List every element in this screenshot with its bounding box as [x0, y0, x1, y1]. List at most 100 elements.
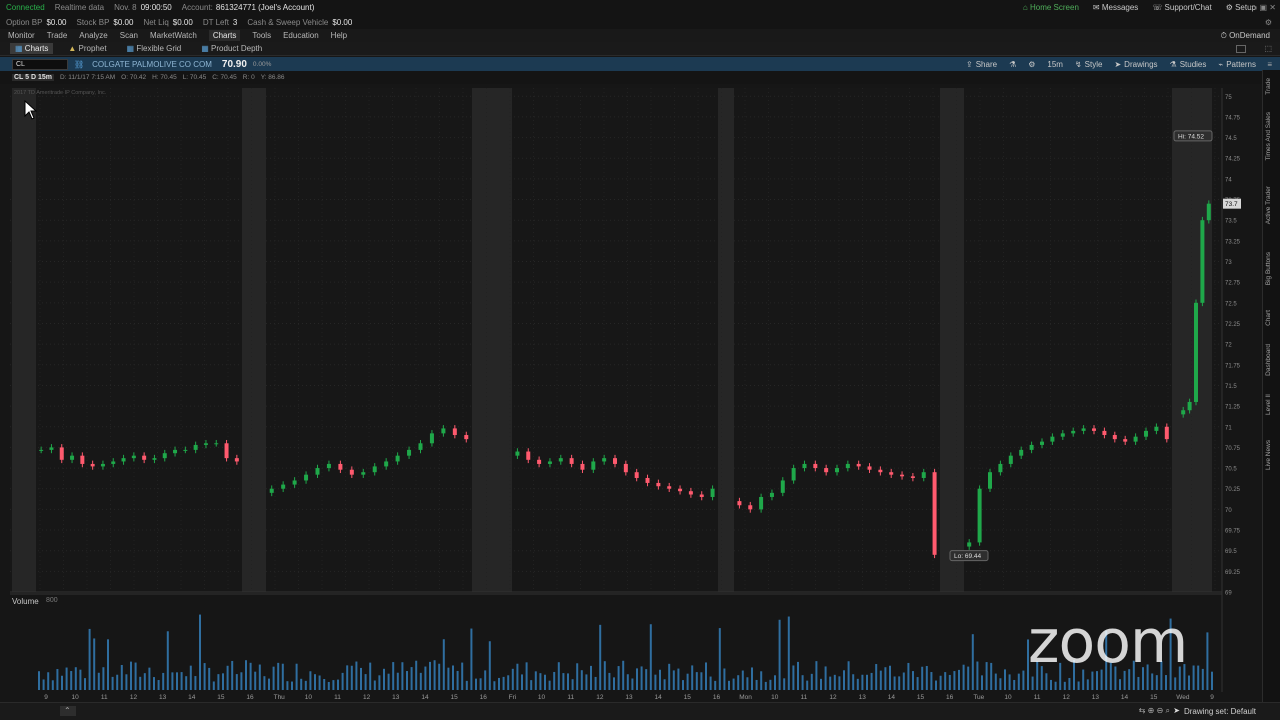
- volume-bar: [364, 674, 367, 690]
- cursor-icon[interactable]: ➤: [1173, 706, 1180, 715]
- x-tick-label: 11: [801, 694, 808, 701]
- volume-bar: [1137, 676, 1140, 690]
- side-tab-dashboard[interactable]: Dashboard: [1265, 344, 1279, 376]
- detach-window-icon[interactable]: [1236, 44, 1246, 53]
- volume-bar: [1096, 671, 1098, 690]
- volume-bar: [488, 641, 491, 690]
- volume-bar: [636, 668, 638, 690]
- volume-bar: [594, 676, 597, 690]
- volume-bar: [143, 673, 146, 690]
- patterns-button[interactable]: ⌁ Patterns: [1218, 60, 1256, 69]
- scroll-up-icon[interactable]: ⌃: [64, 706, 71, 715]
- chart-settings-button[interactable]: ⚙: [1028, 60, 1035, 69]
- volume-bar: [801, 675, 804, 690]
- drawings-button[interactable]: ➤ Drawings: [1114, 60, 1157, 69]
- tab-charts[interactable]: ▦ Charts: [10, 43, 54, 54]
- y-tick-label: 72.25: [1225, 322, 1241, 328]
- drawing-set-selector[interactable]: Drawing set: Default: [1184, 707, 1256, 716]
- menu-monitor[interactable]: Monitor: [8, 31, 35, 40]
- studies-button[interactable]: ⚗ Studies: [1170, 60, 1207, 69]
- candle-body: [967, 542, 972, 547]
- menu-education[interactable]: Education: [283, 31, 319, 40]
- bar-date: D: 11/1/17 7:15 AM: [60, 74, 116, 81]
- flask-icon: ⚗: [1009, 59, 1017, 69]
- volume-bar: [640, 666, 643, 690]
- last-price: 70.90: [221, 58, 247, 70]
- low-label: Lo: 69.44: [954, 553, 981, 560]
- volume-bar: [199, 614, 201, 690]
- side-tab-trade[interactable]: Trade: [1265, 78, 1279, 95]
- candle-body: [998, 463, 1003, 473]
- candle-body: [835, 468, 839, 473]
- y-tick-label: 72.75: [1225, 281, 1241, 287]
- side-tab-active-trader[interactable]: Active Trader: [1265, 186, 1279, 224]
- flask-button[interactable]: ⚗: [1009, 60, 1016, 69]
- menu-help[interactable]: Help: [331, 31, 347, 40]
- side-tab-live-news[interactable]: Live News: [1265, 440, 1279, 470]
- symbol-input[interactable]: CL: [12, 58, 68, 70]
- menu-charts[interactable]: Charts: [208, 30, 241, 41]
- link-icon[interactable]: ⛓: [74, 60, 84, 69]
- volume-bar: [1197, 665, 1200, 690]
- side-tab-chart[interactable]: Chart: [1265, 310, 1279, 326]
- menu-marketwatch[interactable]: MarketWatch: [150, 31, 197, 40]
- menu-scan[interactable]: Scan: [120, 31, 138, 40]
- menu-trade[interactable]: Trade: [47, 31, 68, 40]
- volume-bar: [51, 680, 54, 690]
- candle-body: [183, 449, 188, 451]
- x-tick-label: 16: [713, 694, 721, 701]
- volume-bar: [668, 663, 671, 690]
- main-menu: Monitor Trade Analyze Scan MarketWatch C…: [0, 29, 1280, 42]
- messages-link[interactable]: ✉ Messages: [1093, 3, 1138, 12]
- expand-icon[interactable]: ⬚: [1264, 44, 1272, 53]
- x-tick-label: Tue: [973, 694, 984, 701]
- menu-analyze[interactable]: Analyze: [79, 31, 107, 40]
- volume-bar: [350, 665, 353, 690]
- candle-body: [1081, 428, 1086, 431]
- volume-bar: [553, 671, 556, 690]
- volume-bar: [452, 665, 454, 690]
- candle-body: [580, 463, 585, 470]
- volume-bar: [1132, 660, 1135, 690]
- timeframe-selector[interactable]: 15m: [1047, 60, 1063, 69]
- candle-body: [203, 443, 208, 445]
- menu-icon[interactable]: ≡: [1267, 60, 1272, 69]
- volume-bar: [337, 679, 339, 690]
- x-tick-label: 14: [888, 694, 896, 701]
- x-tick-label: 10: [771, 694, 779, 701]
- settings-gear-icon[interactable]: ⚙: [1265, 18, 1272, 27]
- chart-title[interactable]: CL 5 D 15m: [12, 74, 54, 81]
- volume-bar: [723, 668, 726, 690]
- plot-area: [10, 88, 1222, 592]
- style-icon: ↯: [1074, 59, 1082, 69]
- zoom-controls[interactable]: ⇆ ⊕ ⊖ ⌕: [1139, 706, 1170, 716]
- home-screen-link[interactable]: ⌂ Home Screen: [1023, 3, 1079, 12]
- account-selector[interactable]: 861324771 (Joel's Account): [216, 3, 314, 12]
- share-button[interactable]: ⇪ Share: [966, 60, 997, 69]
- menu-tools[interactable]: Tools: [252, 31, 271, 40]
- style-button[interactable]: ↯ Style: [1075, 60, 1103, 69]
- side-tab-level-ii[interactable]: Level II: [1265, 394, 1279, 415]
- candle-body: [558, 458, 563, 462]
- side-tab-times-and-sales[interactable]: Times And Sales: [1265, 112, 1279, 161]
- side-tab-big-buttons[interactable]: Big Buttons: [1265, 252, 1279, 285]
- volume-bar: [291, 681, 293, 690]
- extended-hours-band: [12, 88, 36, 592]
- volume-bar: [843, 670, 845, 690]
- volume-bar: [235, 674, 238, 690]
- volume-bar: [925, 665, 928, 690]
- y-tick-label: 69.25: [1225, 570, 1241, 576]
- volume-bar: [672, 670, 675, 690]
- tab-prophet[interactable]: ▲ Prophet: [63, 43, 111, 54]
- price-chart[interactable]: 7574.7574.574.257473.7573.573.257372.757…: [0, 84, 1262, 702]
- volume-bar: [88, 628, 91, 690]
- window-controls[interactable]: ▭ ▣ ✕: [1250, 3, 1276, 12]
- candle-body: [1071, 430, 1076, 434]
- support-chat-link[interactable]: ☏ Support/Chat: [1152, 3, 1211, 12]
- tab-product-depth[interactable]: ▦ Product Depth: [196, 43, 267, 54]
- candle-body: [384, 461, 389, 467]
- prophet-icon: ▲: [68, 44, 77, 53]
- ondemand-button[interactable]: ⏱ OnDemand: [1221, 31, 1270, 41]
- tab-flexible-grid[interactable]: ▦ Flexible Grid: [122, 43, 187, 54]
- x-tick-label: 16: [946, 694, 954, 701]
